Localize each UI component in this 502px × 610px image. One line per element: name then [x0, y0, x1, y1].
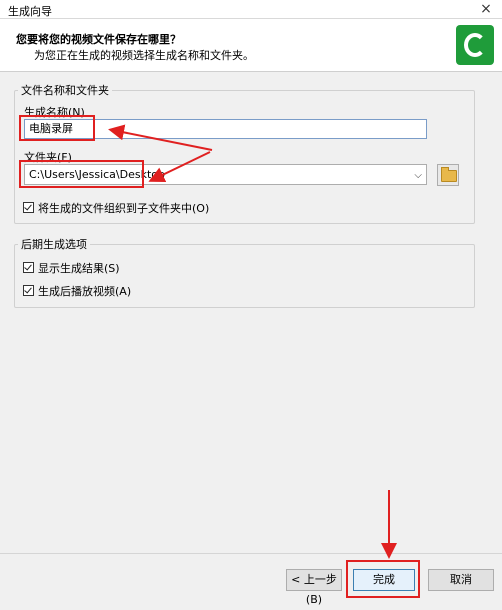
- play-after-label: 生成后播放视频(A): [38, 285, 132, 298]
- organize-subfolder-checkbox[interactable]: [23, 202, 34, 213]
- annotation-box-finish: [346, 560, 420, 598]
- show-results-checkbox[interactable]: [23, 262, 34, 273]
- group-legend-post: 后期生成选项: [21, 238, 87, 251]
- footer-divider: [0, 553, 502, 554]
- folder-icon: [441, 167, 457, 182]
- header-subtitle: 为您正在生成的视频选择生成名称和文件夹。: [34, 49, 254, 62]
- chevron-down-icon[interactable]: ⌵: [414, 168, 422, 183]
- annotation-box-folder: [19, 160, 144, 188]
- back-button[interactable]: < 上一步(B): [286, 569, 342, 606]
- play-after-checkbox[interactable]: [23, 285, 34, 296]
- show-results-label: 显示生成结果(S): [38, 262, 120, 275]
- wizard-header: 您要将您的视频文件保存在哪里？ 为您正在生成的视频选择生成名称和文件夹。: [0, 19, 502, 72]
- browse-folder-button[interactable]: [437, 164, 459, 186]
- camtasia-logo-icon: [456, 25, 494, 65]
- close-icon[interactable]: ×: [470, 0, 502, 18]
- window-title: 生成向导: [8, 5, 52, 18]
- title-bar: 生成向导 ×: [0, 0, 502, 19]
- cancel-button[interactable]: 取消: [428, 569, 494, 591]
- header-question: 您要将您的视频文件保存在哪里？: [16, 33, 181, 46]
- annotation-box-name: [19, 115, 95, 141]
- organize-subfolder-label: 将生成的文件组织到子文件夹中(O): [38, 202, 210, 215]
- group-legend-file: 文件名称和文件夹: [21, 84, 109, 97]
